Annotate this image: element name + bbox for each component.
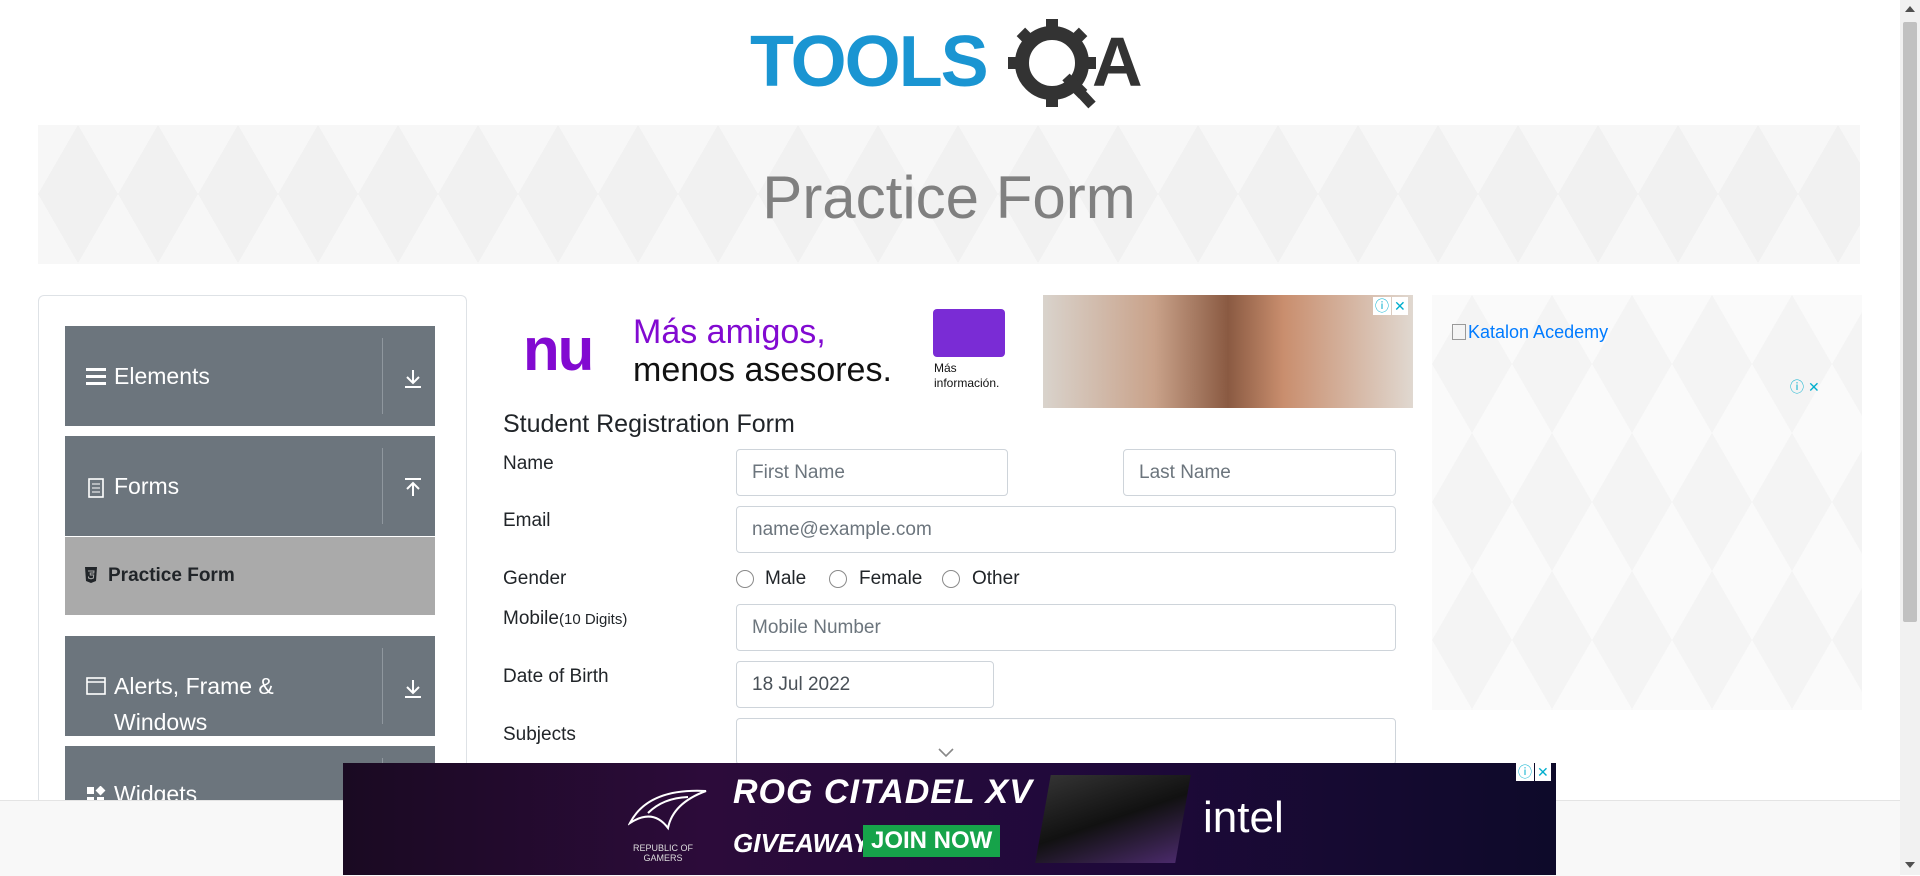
scroll-up-arrow-icon[interactable] xyxy=(1905,6,1915,12)
chevron-down-icon[interactable] xyxy=(938,748,954,758)
broken-image-icon xyxy=(1452,324,1466,340)
page-title: Practice Form xyxy=(762,164,1136,231)
laptop-image xyxy=(1035,775,1191,863)
ad-close-icon[interactable]: ✕ xyxy=(1535,763,1551,781)
html5-icon xyxy=(85,567,97,583)
gender-other-radio[interactable] xyxy=(942,570,960,588)
ad-headline-2: menos asesores. xyxy=(633,351,892,389)
rog-logo xyxy=(628,789,707,831)
scrollbar-thumb[interactable] xyxy=(1903,22,1917,622)
subjects-input[interactable] xyxy=(736,718,1396,765)
email-label: Email xyxy=(503,510,551,531)
upload-arrow-icon[interactable] xyxy=(401,476,425,500)
download-arrow-icon[interactable] xyxy=(401,676,425,700)
katalon-alt-text: Katalon Acedemy xyxy=(1468,322,1609,342)
nubank-logo: nu xyxy=(523,316,594,383)
nubank-ad[interactable]: nu Más amigos, menos asesores. Más infor… xyxy=(503,295,1413,408)
join-now-button[interactable]: JOIN NOW xyxy=(863,825,1001,857)
ad-photo xyxy=(1043,295,1413,408)
divider xyxy=(382,648,383,724)
divider xyxy=(382,338,383,414)
gender-male-radio[interactable] xyxy=(736,570,754,588)
subjects-label: Subjects xyxy=(503,724,576,745)
window-icon xyxy=(86,677,106,695)
gender-female-radio[interactable] xyxy=(829,570,847,588)
form-title: Student Registration Form xyxy=(503,410,795,438)
ad-info-icon[interactable]: ⓘ xyxy=(1516,763,1534,781)
divider xyxy=(382,448,383,524)
ad-close-icon[interactable]: ✕ xyxy=(1806,378,1822,396)
ad-close-icon[interactable]: ✕ xyxy=(1392,297,1408,315)
rog-title: ROG CITADEL XV xyxy=(733,773,1033,811)
giveaway-text: GIVEAWAY xyxy=(733,828,870,858)
sidebar-item-label: Practice Form xyxy=(108,565,235,586)
mobile-label-text: Mobile xyxy=(503,608,559,629)
hamburger-icon xyxy=(86,368,106,385)
svg-text:TOOLS: TOOLS xyxy=(750,22,987,102)
sidebar-group-label: Elements xyxy=(114,363,210,389)
sidebar-group-label: Forms xyxy=(114,473,180,499)
sidebar-item-practice-form[interactable]: Practice Form xyxy=(65,537,435,615)
sidebar-group-label: Alerts, Frame & Windows xyxy=(114,673,274,735)
credit-card-image xyxy=(933,309,1005,357)
ad-info-icon[interactable]: ⓘ xyxy=(1788,378,1806,396)
email-input[interactable]: name@example.com xyxy=(736,506,1396,553)
sidebar-group-alerts[interactable]: Alerts, Frame & Windows xyxy=(65,636,435,736)
first-name-input[interactable]: First Name xyxy=(736,449,1008,496)
sidebar-group-forms[interactable]: Forms xyxy=(65,436,435,536)
gender-label: Gender xyxy=(503,568,567,589)
mobile-label: Mobile(10 Digits) xyxy=(503,608,627,630)
last-name-input[interactable]: Last Name xyxy=(1123,449,1396,496)
gender-female-label[interactable]: Female xyxy=(859,568,922,590)
dob-label: Date of Birth xyxy=(503,666,609,687)
gender-male-label[interactable]: Male xyxy=(765,568,806,590)
gender-other-label[interactable]: Other xyxy=(972,568,1020,590)
download-arrow-icon[interactable] xyxy=(401,366,425,390)
katalon-image[interactable]: Katalon Acedemy xyxy=(1452,322,1608,343)
sidebar-group-elements[interactable]: Elements xyxy=(65,326,435,426)
mobile-hint: (10 Digits) xyxy=(558,611,628,628)
document-icon xyxy=(88,478,104,498)
ad-headline-1: Más amigos, xyxy=(633,313,826,351)
rog-text: REPUBLIC OF GAMERS xyxy=(633,843,694,863)
katalon-ad[interactable]: ⓘ ✕ xyxy=(1432,295,1862,710)
svg-text:A: A xyxy=(1092,23,1143,101)
page-banner: Practice Form xyxy=(38,125,1860,264)
ad-link[interactable]: Más información. xyxy=(934,361,1024,391)
name-label: Name xyxy=(503,453,554,474)
mobile-input[interactable]: Mobile Number xyxy=(736,604,1396,651)
rog-ad[interactable]: REPUBLIC OF GAMERS ROG CITADEL XV GIVEAW… xyxy=(343,763,1556,875)
toolsqa-logo[interactable]: TOOLS A xyxy=(750,18,1155,114)
intel-logo: intel xyxy=(1203,793,1284,842)
scroll-down-arrow-icon[interactable] xyxy=(1905,862,1915,868)
ad-info-icon[interactable]: ⓘ xyxy=(1373,297,1391,315)
dob-input[interactable]: 18 Jul 2022 xyxy=(736,661,994,708)
